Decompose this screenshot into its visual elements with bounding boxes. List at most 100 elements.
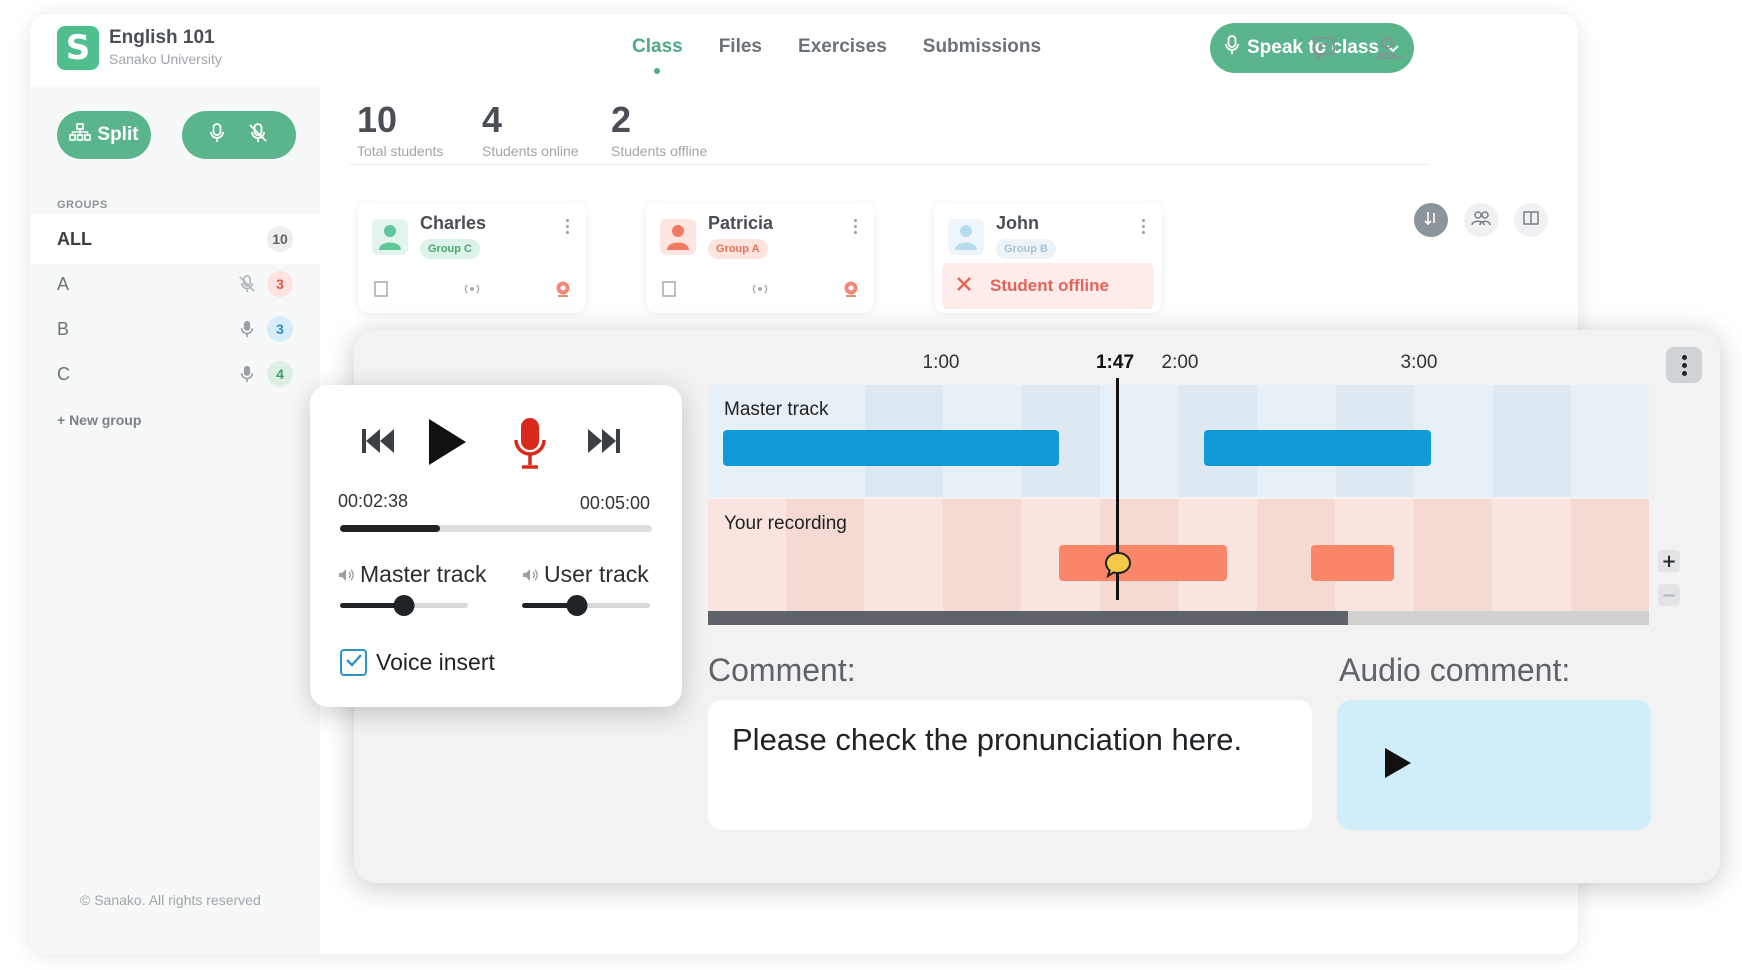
skip-back-icon[interactable] xyxy=(360,423,396,459)
stat-students-offline: 2 Students offline xyxy=(611,99,707,159)
slider-knob[interactable] xyxy=(393,595,415,616)
more-options-icon[interactable] xyxy=(854,219,858,237)
master-audio-segment[interactable] xyxy=(1204,430,1431,466)
group-row-c[interactable]: C 4 xyxy=(30,349,320,399)
comment-textarea[interactable]: Please check the pronunciation here. xyxy=(708,700,1312,830)
slider-knob[interactable] xyxy=(566,595,588,616)
main-nav: Class Files Exercises Submissions xyxy=(632,36,1041,74)
zoom-in-icon[interactable]: + xyxy=(1658,550,1680,572)
timeline-scrollbar[interactable] xyxy=(708,611,1649,625)
group-badge: Group B xyxy=(996,239,1056,259)
master-volume-slider[interactable] xyxy=(340,595,468,616)
group-row-b[interactable]: B 3 xyxy=(30,304,320,354)
stat-value: 2 xyxy=(611,99,632,140)
play-icon[interactable] xyxy=(1383,746,1413,785)
student-card-john[interactable]: John Group B Student offline xyxy=(934,203,1162,313)
recording-segment[interactable] xyxy=(1059,545,1227,581)
group-row-all[interactable]: ALL 10 xyxy=(30,214,320,264)
nav-class[interactable]: Class xyxy=(632,36,683,74)
student-card-patricia[interactable]: Patricia Group A xyxy=(646,203,874,313)
stat-label: Students offline xyxy=(611,143,708,159)
student-name: Patricia xyxy=(708,213,774,233)
group-count-badge: 3 xyxy=(267,316,293,342)
master-audio-segment[interactable] xyxy=(723,430,1059,466)
stat-students-online: 4 Students online xyxy=(482,99,579,159)
master-track-lane: Master track xyxy=(708,385,1649,497)
recording-segment[interactable] xyxy=(1311,545,1394,581)
more-options-button[interactable] xyxy=(1666,347,1702,383)
stats-divider xyxy=(350,164,1428,165)
sort-view-button[interactable] xyxy=(1414,203,1448,237)
comment-label: Comment: xyxy=(708,652,856,688)
track-timeline[interactable]: Master track Your recording xyxy=(708,385,1649,625)
webcam-icon[interactable] xyxy=(554,280,572,303)
book-icon[interactable] xyxy=(372,280,390,303)
skip-forward-icon[interactable] xyxy=(586,423,622,459)
layout-view-button[interactable] xyxy=(1514,203,1548,237)
microphone-muted-icon[interactable] xyxy=(237,274,257,294)
student-card-charles[interactable]: Charles Group C xyxy=(358,203,586,313)
avatar xyxy=(660,219,696,255)
playback-controls-card: 00:02:38 00:05:00 Master track User trac… xyxy=(310,385,682,707)
book-icon[interactable] xyxy=(660,280,678,303)
time-marker: 3:00 xyxy=(1400,352,1438,373)
stat-value: 4 xyxy=(482,99,503,140)
grid-stripe xyxy=(943,499,1021,611)
stat-value: 10 xyxy=(357,99,398,140)
nav-files[interactable]: Files xyxy=(719,36,762,58)
sort-icon xyxy=(1423,210,1439,231)
stat-label: Total students xyxy=(357,143,444,159)
group-view-button[interactable] xyxy=(1464,203,1498,237)
user-volume-slider[interactable] xyxy=(522,595,650,616)
group-name: ALL xyxy=(57,228,92,249)
audio-comment-player[interactable] xyxy=(1337,700,1651,830)
microphone-icon[interactable] xyxy=(237,319,257,339)
nav-submissions[interactable]: Submissions xyxy=(923,36,1041,58)
close-icon xyxy=(956,276,972,297)
play-button[interactable] xyxy=(425,415,469,469)
more-options-icon[interactable] xyxy=(566,219,570,237)
speaker-icon xyxy=(522,561,540,588)
student-tools xyxy=(372,280,572,303)
scrollbar-thumb[interactable] xyxy=(708,611,1348,625)
user-profile-icon[interactable] xyxy=(1374,32,1406,64)
master-track-label: Master track xyxy=(724,399,829,420)
more-options-icon[interactable] xyxy=(1142,219,1146,237)
broadcast-icon[interactable] xyxy=(461,282,483,301)
avatar xyxy=(948,219,984,255)
user-track-label: Your recording xyxy=(724,513,847,534)
copyright-footer: © Sanako. All rights reserved xyxy=(80,892,261,908)
current-time-marker: 1:47 xyxy=(1095,352,1135,373)
microphone-icon[interactable] xyxy=(210,122,224,148)
split-label: Split xyxy=(97,124,139,145)
course-subtitle: Sanako University xyxy=(109,51,222,67)
playback-progress-bar[interactable] xyxy=(340,525,652,532)
broadcast-icon[interactable] xyxy=(749,282,771,301)
stat-label: Students online xyxy=(482,143,579,159)
nav-exercises[interactable]: Exercises xyxy=(798,36,887,58)
grid-stripe xyxy=(1571,499,1649,611)
voice-insert-checkbox[interactable] xyxy=(340,649,367,676)
microphone-controls xyxy=(182,111,296,159)
microphone-muted-icon[interactable] xyxy=(248,122,268,148)
microphone-icon[interactable] xyxy=(237,364,257,384)
zoom-out-icon[interactable]: − xyxy=(1658,584,1680,606)
groups-heading: GROUPS xyxy=(57,199,108,211)
avatar xyxy=(372,219,408,255)
student-name: Charles xyxy=(420,213,487,233)
group-row-a[interactable]: A 3 xyxy=(30,259,320,309)
stat-total-students: 10 Total students xyxy=(357,99,443,159)
webcam-icon[interactable] xyxy=(842,280,860,303)
total-time: 00:05:00 xyxy=(579,493,650,513)
split-button[interactable]: Split xyxy=(57,111,151,159)
user-volume-text: User track xyxy=(544,561,649,587)
comment-marker-icon[interactable] xyxy=(1103,550,1133,580)
record-icon[interactable] xyxy=(510,415,550,471)
time-marker: 2:00 xyxy=(1161,352,1199,373)
offline-status-text: Student offline xyxy=(990,276,1109,295)
chat-icon[interactable] xyxy=(1308,32,1340,64)
student-offline-banner: Student offline xyxy=(942,263,1154,309)
grid-stripe xyxy=(1414,499,1492,611)
hierarchy-icon xyxy=(69,123,92,147)
new-group-link[interactable]: + New group xyxy=(57,412,141,428)
